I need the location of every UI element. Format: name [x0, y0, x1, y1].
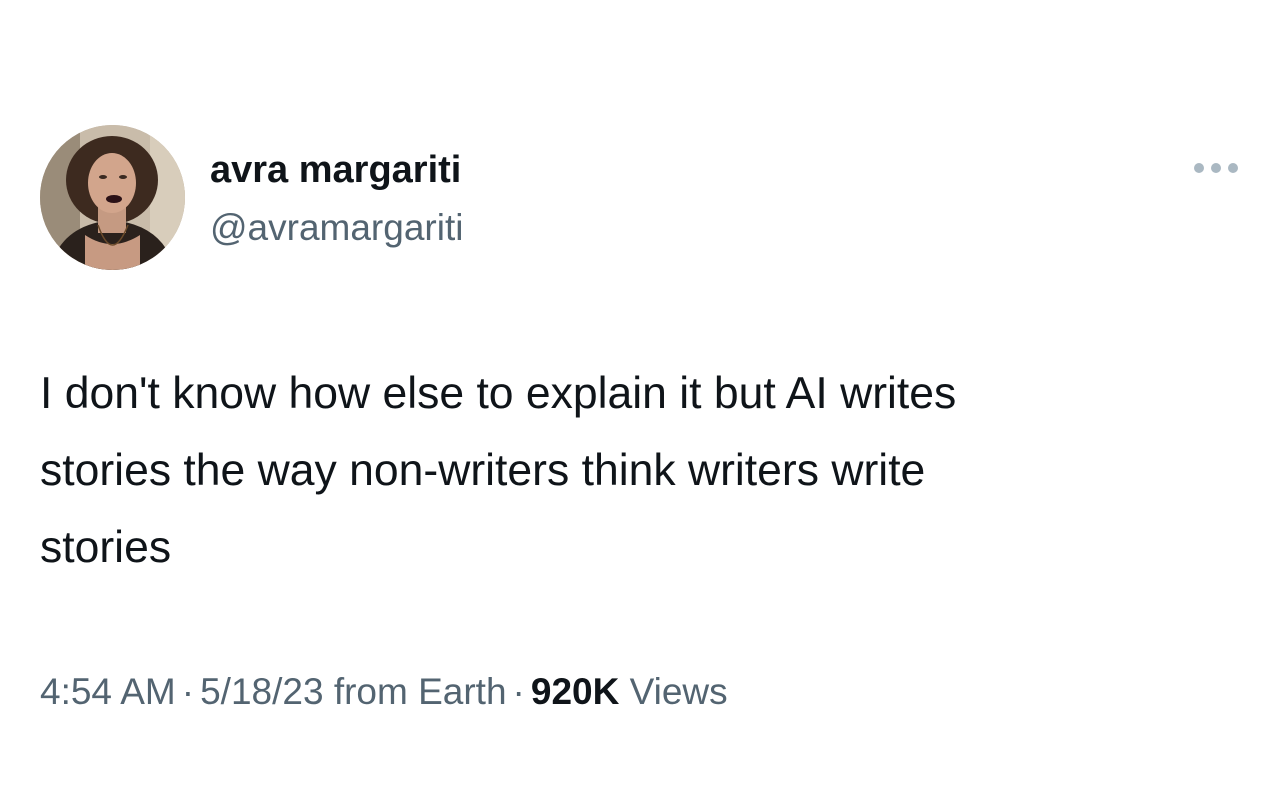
tweet-meta: 4:54 AM · 5/18/23 from Earth · 920K Views [40, 665, 728, 719]
avatar[interactable] [40, 125, 185, 270]
tweet-date[interactable]: 5/18/23 [200, 671, 323, 712]
more-options-button[interactable] [1186, 152, 1246, 184]
tweet-time[interactable]: 4:54 AM [40, 671, 176, 712]
views-label[interactable]: Views [630, 671, 728, 712]
meta-separator: · [181, 671, 195, 712]
meta-separator-2: · [512, 671, 525, 712]
display-name[interactable]: avra margariti [210, 145, 461, 195]
profile-photo-icon [40, 125, 185, 270]
user-handle[interactable]: @avramargariti [210, 203, 463, 253]
more-options-icon [1194, 163, 1238, 173]
views-count[interactable]: 920K [531, 671, 619, 712]
tweet-text: I don't know how else to explain it but … [40, 369, 957, 572]
tweet-source: from Earth [333, 671, 507, 712]
